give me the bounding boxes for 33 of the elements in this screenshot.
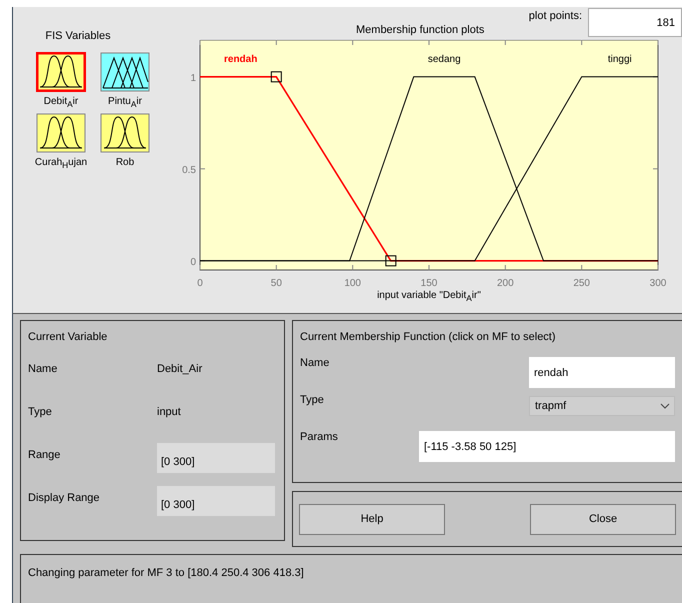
axis-tick-label: 50	[270, 278, 282, 289]
curve-label: tinggi	[608, 54, 632, 65]
field-label: Params	[300, 431, 338, 443]
axis-tick-label: 0	[190, 256, 196, 268]
panel-title: Current Membership Function (click on MF to select)	[300, 331, 557, 343]
axis-tick-label: 200	[497, 278, 514, 289]
axis-tick-label: 100	[344, 278, 361, 289]
panel-title: Current Variable	[28, 331, 108, 343]
plot-title: Membership function plots	[356, 24, 486, 36]
field-value: input	[157, 406, 181, 418]
field-label: Range	[28, 449, 62, 461]
variable-label: Debit$_{A}$ir	[44, 96, 78, 109]
plot-points-label: plot points:	[528, 10, 582, 22]
panel-title: FIS Variables	[44, 30, 112, 42]
axis-tick-label: 250	[573, 278, 590, 289]
field-label: Type	[28, 406, 53, 418]
curve-label: sedang	[428, 54, 461, 65]
axis-tick-label: 150	[420, 278, 438, 289]
field-label: Name	[300, 357, 330, 369]
axis-tick-label: 1	[190, 72, 196, 84]
status-bar: Changing parameter for MF 3 to [180.4 250.4 306 418.3]	[20, 554, 682, 603]
field-value: Debit_Air	[157, 363, 202, 375]
variable-label: Rob	[116, 157, 134, 168]
field-label: Name	[28, 363, 58, 375]
curve-label: rendah	[224, 54, 258, 65]
axis-tick-label: 0	[197, 278, 203, 289]
variable-label: Pintu$_{A}$ir	[108, 96, 142, 109]
variable-label: Curah$_{H}$ujan	[34, 157, 88, 170]
axis-tick-label: 0.5	[182, 164, 196, 176]
field-label: Type	[300, 394, 324, 406]
field-label: Display Range	[28, 492, 101, 504]
axis-tick-label: 300	[650, 278, 666, 289]
x-axis-label: input variable "Debit$_{A}$ir"	[376, 290, 482, 303]
